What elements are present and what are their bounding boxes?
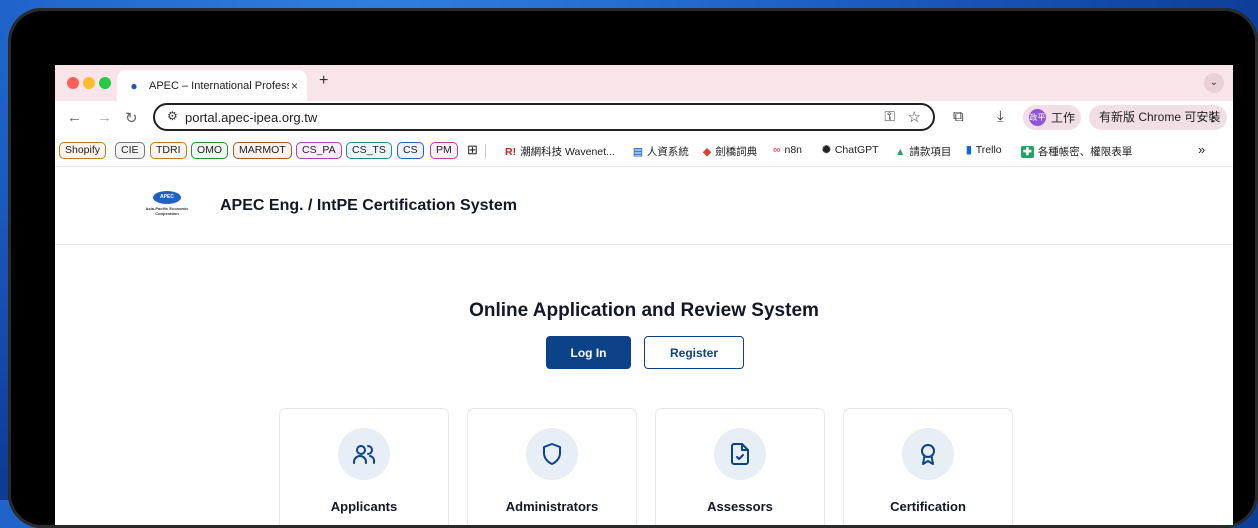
login-button[interactable]: Log In — [546, 336, 631, 369]
cambridge-dictionary-icon: ◆ — [703, 146, 712, 158]
password-key-icon[interactable]: ⚿ — [884, 108, 895, 125]
tab-title: APEC – International Professi — [149, 79, 289, 92]
bookmarks-bar: Shopify CIE TDRI OMO MARMOT CS_PA CS_TS … — [55, 136, 1233, 167]
google-sheets-icon: ✚ — [1021, 146, 1034, 158]
page-title: Online Application and Review System — [469, 300, 819, 321]
bookmark-label: 劍橋詞典 — [715, 146, 758, 158]
bookmark-chip[interactable]: PM — [430, 142, 458, 159]
bookmark-link[interactable]: ✺ ChatGPT — [822, 144, 879, 156]
card-label: Certification — [890, 499, 966, 514]
new-tab-button[interactable]: + — [319, 72, 328, 90]
bookmark-link[interactable]: R! 潮網科技 Wavenet... — [505, 144, 615, 159]
more-menu-icon[interactable]: ⋮ — [1207, 105, 1219, 130]
bookmarks-overflow-icon[interactable]: » — [1198, 142, 1205, 157]
role-card-applicants[interactable]: Applicants — [279, 408, 449, 525]
update-chrome-button[interactable]: 有新版 Chrome 可安裝 ⋮ — [1089, 105, 1227, 130]
bookmark-chip[interactable]: CS — [397, 142, 424, 159]
shield-icon — [543, 443, 561, 465]
profile-label: 工作 — [1051, 111, 1076, 125]
tab-apec[interactable]: ● APEC – International Professi × — [117, 70, 307, 101]
address-bar[interactable]: ⚙ portal.apec-ipea.org.tw ⚿ ☆ — [153, 103, 935, 131]
tab-close-icon[interactable]: × — [291, 79, 298, 93]
site-title: APEC Eng. / IntPE Certification System — [220, 197, 517, 214]
card-icon-circle — [714, 428, 766, 480]
bookmark-chip[interactable]: OMO — [191, 142, 229, 159]
apec-logo-caption: Asia-Pacific Economic Cooperation — [145, 206, 189, 216]
n8n-icon: ∞ — [773, 144, 781, 156]
bookmark-chip[interactable]: CIE — [115, 142, 145, 159]
chatgpt-icon: ✺ — [822, 144, 831, 156]
role-card-certification[interactable]: Certification — [843, 408, 1013, 525]
close-window-button[interactable] — [67, 77, 79, 89]
file-check-icon — [731, 443, 749, 465]
apec-logo[interactable]: APEC Asia-Pacific Economic Cooperation — [145, 191, 189, 223]
bookmark-chip[interactable]: Shopify — [59, 142, 107, 159]
bookmark-label: n8n — [784, 144, 803, 156]
bookmark-label: ChatGPT — [834, 144, 879, 156]
bookmark-link[interactable]: ▮ Trello — [966, 144, 1002, 156]
card-label: Assessors — [707, 499, 773, 514]
bookmark-label: 請款項目 — [909, 146, 952, 158]
bookmark-label: 各種帳密、權限表單 — [1037, 146, 1133, 158]
bookmark-link[interactable]: ∞ n8n — [773, 144, 802, 156]
url-text: portal.apec-ipea.org.tw — [185, 110, 318, 125]
bookmark-star-icon[interactable]: ☆ — [908, 108, 921, 126]
laptop-bezel: ● APEC – International Professi × + ⌄ ← … — [8, 8, 1258, 528]
users-icon — [353, 445, 376, 464]
apps-grid-icon[interactable]: ⊞ — [467, 142, 478, 158]
card-icon-circle — [526, 428, 578, 480]
reload-icon[interactable]: ↻ — [125, 109, 138, 127]
award-icon — [921, 444, 935, 465]
update-label: 有新版 Chrome 可安裝 — [1099, 110, 1221, 124]
bookmark-link[interactable]: ◆ 劍橋詞典 — [703, 144, 757, 159]
apec-favicon-icon: ● — [130, 78, 138, 93]
tab-search-button[interactable]: ⌄ — [1204, 73, 1224, 93]
download-icon[interactable]: ⤓ — [997, 108, 1004, 125]
bookmark-label: Trello — [975, 144, 1002, 156]
role-card-administrators[interactable]: Administrators — [467, 408, 637, 525]
bookmark-link[interactable]: ✚ 各種帳密、權限表單 — [1021, 144, 1132, 159]
tab-strip: ● APEC – International Professi × + ⌄ — [55, 65, 1233, 101]
role-card-assessors[interactable]: Assessors — [655, 408, 825, 525]
card-label: Administrators — [505, 499, 599, 514]
back-icon[interactable]: ← — [67, 109, 82, 126]
maximize-window-button[interactable] — [99, 77, 111, 89]
browser-toolbar: ← → ↻ ⚙ portal.apec-ipea.org.tw ⚿ ☆ ⧉ ⤓ … — [55, 101, 1233, 136]
forward-icon[interactable]: → — [97, 109, 112, 126]
google-drive-icon: ▲ — [895, 146, 906, 158]
avatar: 政平 — [1029, 109, 1046, 126]
card-label: Applicants — [330, 499, 398, 514]
bookmark-chip[interactable]: CS_PA — [296, 142, 342, 159]
apec-logo-mark: APEC — [153, 191, 181, 204]
bookmark-chip[interactable]: CS_TS — [346, 142, 392, 159]
bookmark-link[interactable]: ▲ 請款項目 — [895, 144, 951, 159]
profile-button[interactable]: 政平 工作 — [1023, 105, 1081, 130]
trello-icon: ▮ — [966, 144, 972, 156]
hr-system-icon: ▤ — [633, 146, 643, 158]
bookmark-chip[interactable]: MARMOT — [233, 142, 292, 159]
bookmark-label: 人資系統 — [646, 146, 689, 158]
card-icon-circle — [338, 428, 390, 480]
extensions-icon[interactable]: ⧉ — [953, 108, 964, 125]
bookmark-label: 潮網科技 Wavenet... — [520, 146, 615, 158]
site-info-icon[interactable]: ⚙ — [167, 109, 178, 123]
site-header: APEC Asia-Pacific Economic Cooperation A… — [55, 166, 1233, 245]
minimize-window-button[interactable] — [83, 77, 95, 89]
bookmark-link[interactable]: ▤ 人資系統 — [633, 144, 689, 159]
card-icon-circle — [902, 428, 954, 480]
bookmark-divider — [485, 144, 486, 158]
browser-window: ● APEC – International Professi × + ⌄ ← … — [55, 65, 1233, 525]
register-button[interactable]: Register — [644, 336, 744, 369]
wavenet-icon: R! — [505, 146, 517, 158]
bookmark-chip[interactable]: TDRI — [150, 142, 187, 159]
